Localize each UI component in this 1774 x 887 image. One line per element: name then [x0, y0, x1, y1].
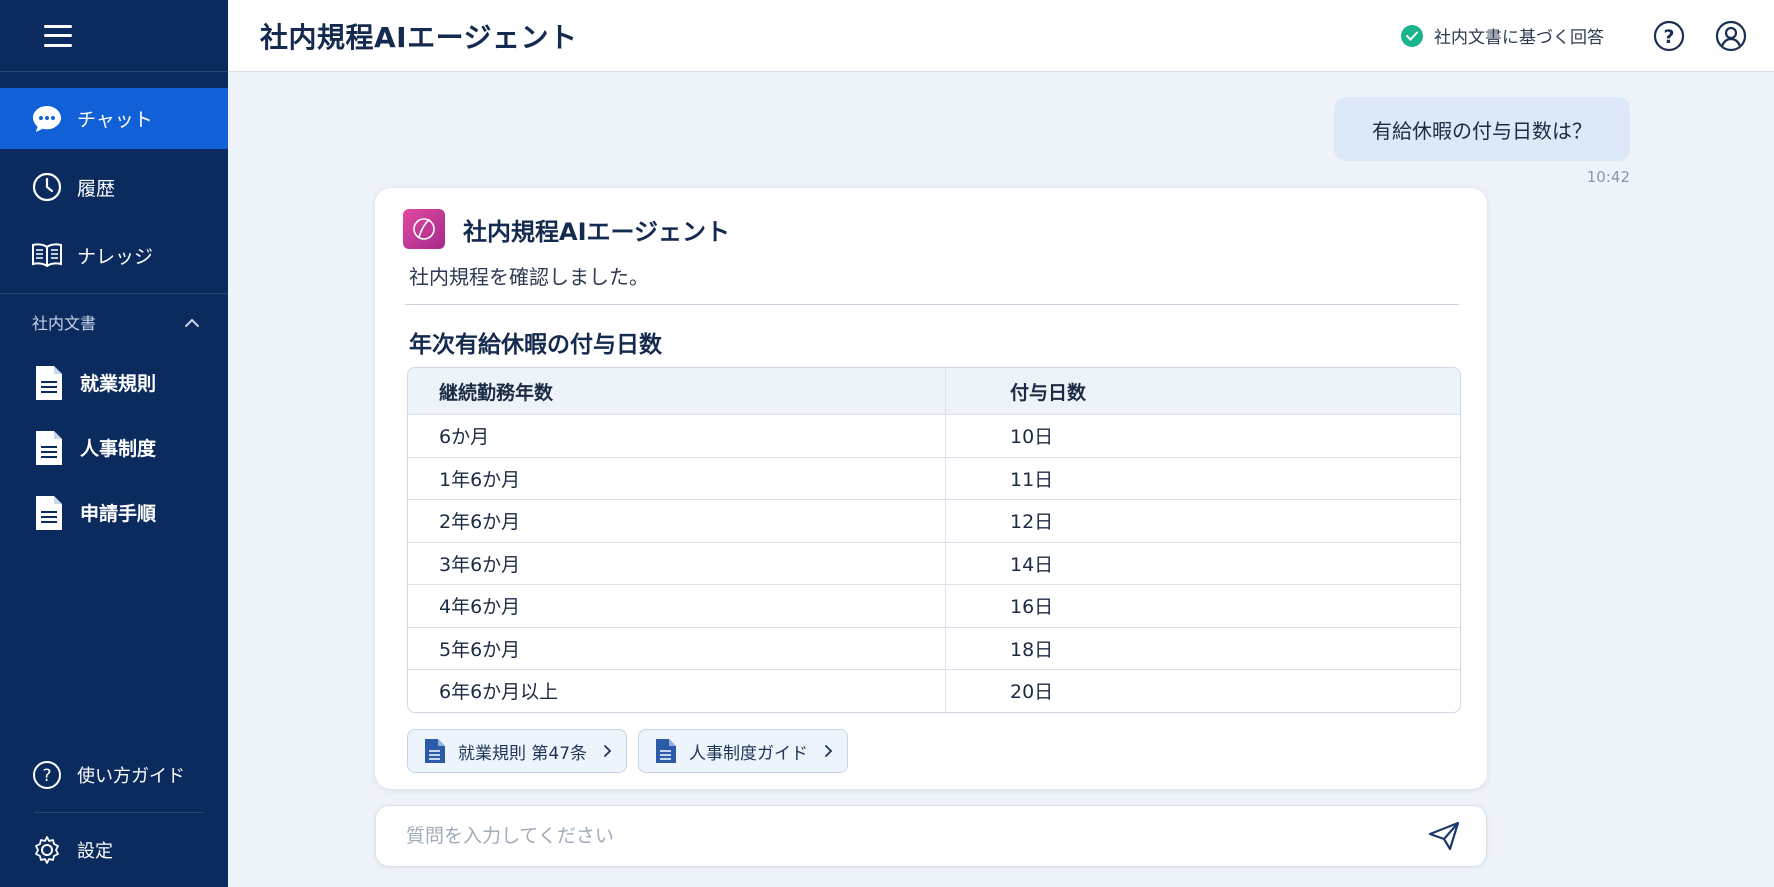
assistant-response-card: 社内規程AIエージェント 社内規程を確認しました。 年次有給休暇の付与日数 継続… [375, 188, 1487, 789]
nav-item-history[interactable]: 履歴 [0, 157, 228, 217]
nav-label-knowledge: ナレッジ [77, 245, 154, 268]
document-icon [34, 363, 64, 403]
table-cell: 14日 [1010, 553, 1054, 576]
document-icon [655, 738, 677, 764]
reference-label: 就業規則 第47条 [458, 743, 588, 764]
nav-label-history: 履歴 [77, 177, 116, 200]
main-nav: チャット 履歴 ナレッジ [0, 72, 228, 285]
table-cell: 4年6か月 [408, 585, 946, 627]
table-row: 2年6か月 12日 [408, 499, 1460, 542]
clock-icon [31, 171, 63, 203]
table-row: 6か月 10日 [408, 414, 1460, 457]
top-header: 社内規程AIエージェント 社内文書に基づく回答 ? [228, 0, 1774, 72]
table-cell: 16日 [1010, 596, 1054, 619]
table-cell: 12日 [1010, 511, 1054, 534]
leave-days-table: 継続勤務年数 付与日数 6か月 10日 1年6か月 11日 2年6か月 12日 … [407, 367, 1461, 713]
doc-label: 人事制度 [80, 438, 157, 460]
sidebar-doc-work-rules[interactable]: 就業規則 [0, 350, 228, 415]
document-icon [34, 493, 64, 533]
send-icon[interactable] [1424, 816, 1464, 856]
sidebar-doc-hr-system[interactable]: 人事制度 [0, 415, 228, 480]
chevron-right-icon [603, 744, 612, 758]
sidebar-header [0, 0, 228, 72]
table-row: 1年6か月 11日 [408, 456, 1460, 499]
document-icon [424, 738, 446, 764]
document-icon [34, 428, 64, 468]
chat-bubble-icon [31, 103, 63, 135]
table-cell: 6か月 [408, 415, 946, 457]
assistant-header: 社内規程AIエージェント [403, 209, 730, 249]
reference-label: 人事制度ガイド [689, 743, 809, 764]
help-circle-icon: ? [31, 759, 63, 791]
svg-text:?: ? [1663, 26, 1674, 48]
table-row: 5年6か月 18日 [408, 626, 1460, 669]
section-toggle-docs[interactable]: 社内文書 [0, 294, 228, 350]
sidebar-item-guide[interactable]: ? 使い方ガイド [0, 738, 228, 812]
table-title: 年次有給休暇の付与日数 [409, 332, 662, 358]
user-account-icon[interactable] [1714, 19, 1748, 53]
nav-label-chat: チャット [77, 109, 153, 131]
assistant-intro: 社内規程を確認しました。 [409, 265, 649, 289]
doc-label: 申請手順 [80, 503, 157, 525]
menu-icon[interactable] [44, 24, 72, 47]
verified-badge: 社内文書に基づく回答 [1401, 23, 1604, 48]
nav-item-chat[interactable]: チャット [0, 88, 228, 149]
chevron-up-icon [184, 313, 200, 332]
table-cell: 10日 [1010, 426, 1054, 449]
table-row: 6年6か月以上 20日 [408, 669, 1460, 712]
reference-link-work-rules[interactable]: 就業規則 第47条 [407, 729, 628, 773]
table-header-row: 継続勤務年数 付与日数 [408, 368, 1460, 414]
sidebar: チャット 履歴 ナレッジ 社内文書 就業規則 人事制度 申請手順 ? 使い方ガイ… [0, 0, 228, 887]
app-title: 社内規程AIエージェント [260, 20, 578, 54]
settings-label: 設定 [77, 841, 113, 862]
message-timestamp: 10:42 [1586, 168, 1630, 186]
chevron-right-icon [824, 744, 833, 758]
book-icon [31, 239, 63, 271]
verified-label: 社内文書に基づく回答 [1434, 28, 1604, 48]
table-cell: 18日 [1010, 638, 1054, 661]
sidebar-doc-procedures[interactable]: 申請手順 [0, 480, 228, 545]
reference-link-hr-guide[interactable]: 人事制度ガイド [638, 729, 849, 773]
table-cell: 2年6か月 [408, 500, 946, 542]
gear-icon [31, 834, 63, 866]
column-header: 継続勤務年数 [408, 368, 946, 414]
card-divider [405, 304, 1459, 305]
table-cell: 5年6か月 [408, 627, 946, 669]
table-cell: 3年6か月 [408, 542, 946, 584]
user-message-bubble: 有給休暇の付与日数は？ [1334, 97, 1630, 161]
assistant-name: 社内規程AIエージェント [463, 217, 731, 246]
sidebar-footer: ? 使い方ガイド 設定 [0, 738, 228, 887]
reference-links: 就業規則 第47条 人事制度ガイド [407, 729, 859, 773]
table-cell: 11日 [1010, 468, 1054, 491]
nav-item-knowledge[interactable]: ナレッジ [0, 225, 228, 285]
question-input[interactable] [406, 825, 1424, 847]
table-cell: 20日 [1010, 681, 1054, 704]
agent-logo-icon [403, 209, 445, 249]
section-title: 社内文書 [32, 314, 97, 333]
svg-text:?: ? [42, 766, 51, 786]
check-circle-icon [1401, 24, 1423, 47]
sidebar-item-settings[interactable]: 設定 [0, 813, 228, 887]
doc-label: 就業規則 [80, 373, 157, 395]
table-row: 3年6か月 14日 [408, 541, 1460, 584]
table-cell: 6年6か月以上 [408, 670, 946, 712]
table-cell: 1年6か月 [408, 457, 946, 499]
table-row: 4年6か月 16日 [408, 584, 1460, 627]
chat-input-bar [375, 805, 1487, 867]
help-icon[interactable]: ? [1652, 19, 1686, 53]
guide-label: 使い方ガイド [77, 766, 185, 787]
column-header: 付与日数 [1010, 381, 1087, 404]
